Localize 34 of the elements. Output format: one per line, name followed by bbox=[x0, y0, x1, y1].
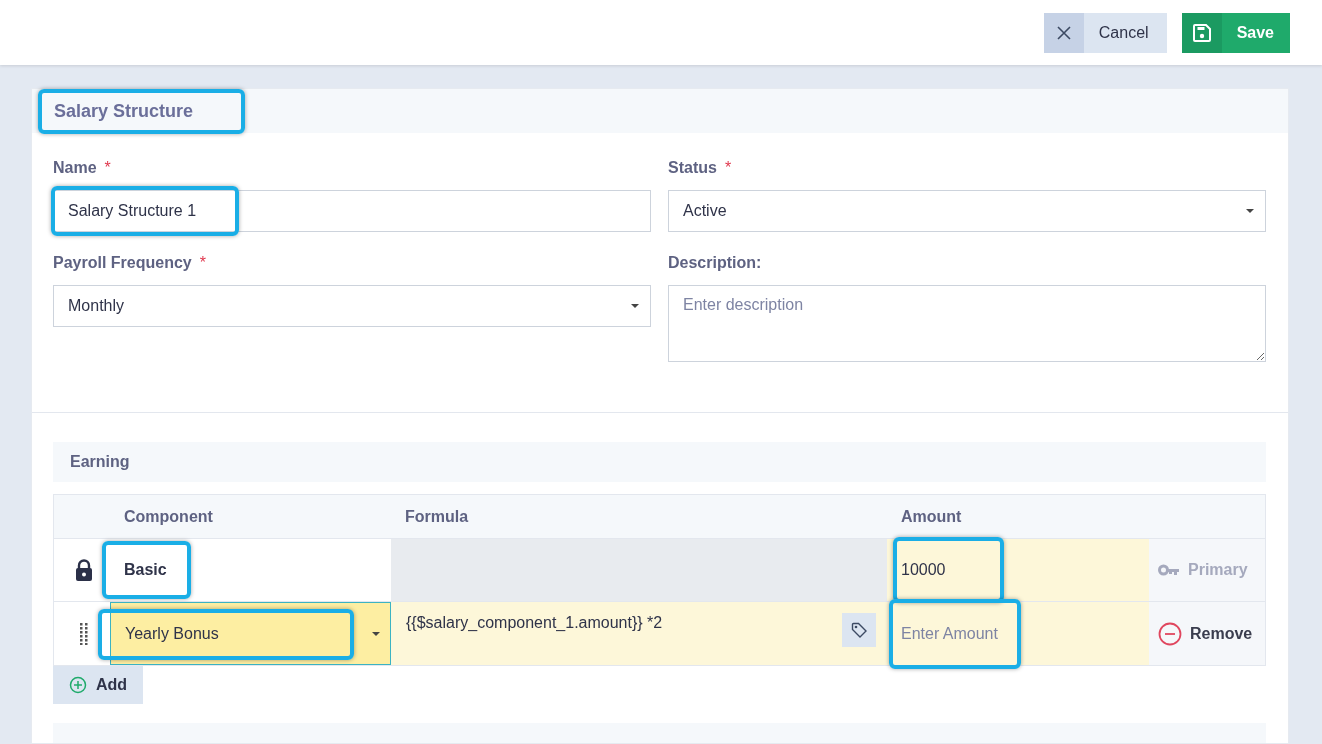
table-cell: Basic bbox=[124, 561, 167, 578]
padlock-icon bbox=[75, 559, 93, 581]
column-header: Amount bbox=[901, 507, 962, 526]
required-mark: * bbox=[199, 254, 206, 272]
field-label: Name bbox=[53, 159, 97, 177]
close-icon bbox=[1056, 25, 1071, 40]
field-label: Payroll Frequency bbox=[53, 254, 192, 272]
caret-icon bbox=[1246, 209, 1254, 213]
formula-text: {{$salary_component_1.amount}} *2 bbox=[406, 614, 663, 632]
caret-icon bbox=[631, 304, 639, 308]
column-header: Component bbox=[124, 507, 213, 526]
dropdown[interactable]: Monthly bbox=[53, 285, 651, 327]
tag-icon bbox=[851, 622, 867, 638]
dropdown[interactable]: Active bbox=[668, 190, 1266, 232]
required-mark: * bbox=[724, 159, 732, 177]
field-label: Description: bbox=[668, 254, 762, 272]
card-title: Salary Structure bbox=[54, 100, 194, 121]
field-label: Status bbox=[668, 159, 717, 177]
section-title: Earning bbox=[70, 453, 130, 471]
key-icon bbox=[1158, 564, 1180, 576]
description-field[interactable]: Enter description bbox=[668, 285, 1266, 362]
caret-icon bbox=[372, 631, 380, 636]
column-header: Formula bbox=[405, 507, 469, 526]
minus-circle-icon bbox=[1158, 621, 1182, 646]
drag-handle-icon bbox=[79, 622, 89, 645]
amount-field[interactable]: 10000 bbox=[901, 561, 1001, 579]
tag-button[interactable] bbox=[842, 613, 876, 647]
required-mark: * bbox=[104, 159, 111, 177]
plus-circle-icon bbox=[69, 676, 87, 694]
cancel-button[interactable]: Cancel bbox=[1043, 12, 1167, 53]
text-field[interactable]: Salary Structure 1 bbox=[53, 190, 651, 232]
amount-field[interactable]: Enter Amount bbox=[901, 624, 1001, 643]
primary-label: Primary bbox=[1158, 561, 1248, 579]
add-button[interactable]: Add bbox=[53, 666, 144, 704]
